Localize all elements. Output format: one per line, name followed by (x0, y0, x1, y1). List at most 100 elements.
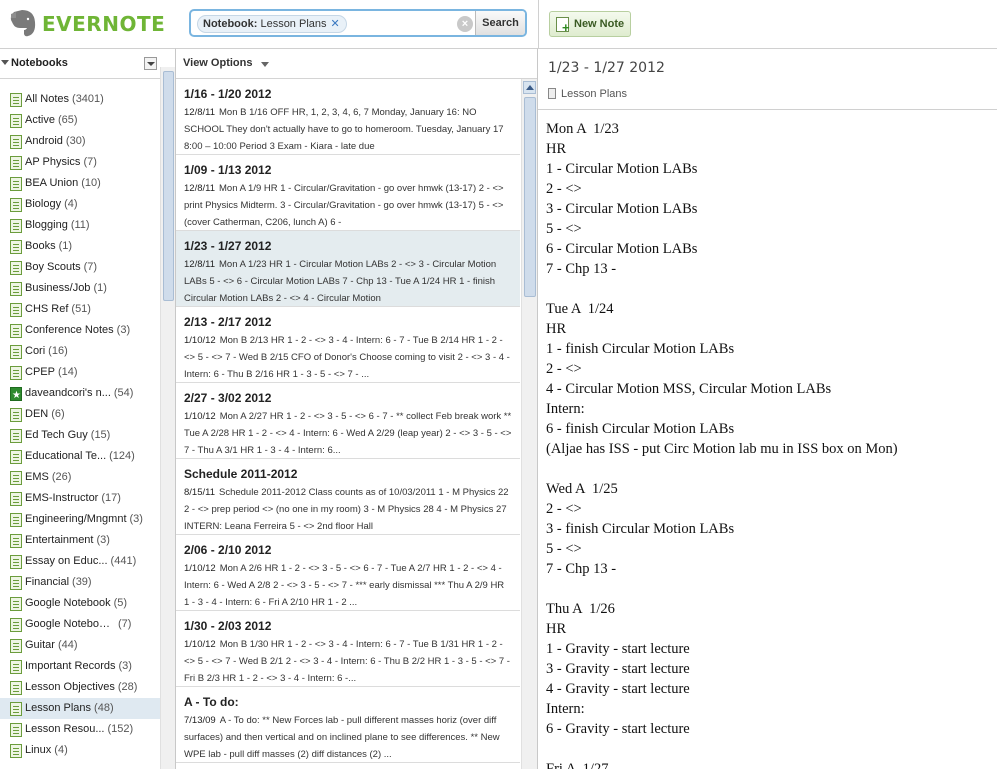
sidebar-item-notebook[interactable]: Biology (4) (0, 194, 160, 215)
note-list-snippet: 8/15/11 Schedule 2011-2012 Class counts a… (184, 484, 512, 534)
view-options-label: View Options (183, 57, 253, 69)
notebook-count: (26) (51, 471, 72, 483)
scroll-up-icon[interactable] (523, 81, 536, 94)
notebook-icon (10, 492, 22, 506)
notebook-count: (441) (110, 555, 137, 567)
sidebar-item-notebook[interactable]: Entertainment (3) (0, 530, 160, 551)
sidebar-item-notebook[interactable]: Educational Te... (124) (0, 446, 160, 467)
sidebar-item-notebook[interactable]: Essay on Educ... (441) (0, 551, 160, 572)
note-notebook-selector[interactable]: Lesson Plans (548, 88, 627, 100)
sidebar-item-notebook[interactable]: Conference Notes (3) (0, 320, 160, 341)
sidebar-item-notebook[interactable]: Ed Tech Guy (15) (0, 425, 160, 446)
note-list-item[interactable]: 1/16 - 1/20 2012 12/8/11 Mon B 1/16 OFF HR… (176, 79, 520, 155)
note-list-snippet-text: Mon B 1/30 HR 1 - 2 - <> 3 - 4 - Intern:… (184, 639, 510, 684)
sidebar-item-notebook[interactable]: EMS-Instructor (17) (0, 488, 160, 509)
note-body-line: 2 - <> (546, 181, 582, 197)
sidebar-item-notebook[interactable]: CHS Ref (51) (0, 299, 160, 320)
notebook-name: Lesson Resou... (25, 723, 105, 735)
note-list-item[interactable]: A - To do: 7/13/09 A - To do: ** New Force… (176, 687, 520, 763)
notebook-name: Essay on Educ... (25, 555, 108, 567)
notebook-count: (30) (65, 135, 86, 147)
note-list-item[interactable]: 1/09 - 1/13 2012 12/8/11 Mon A 1/9 HR 1 - … (176, 155, 520, 231)
sidebar-item-notebook[interactable]: Linux (4) (0, 740, 160, 761)
sidebar-item-notebook[interactable]: Android (30) (0, 131, 160, 152)
notebooks-header[interactable]: Notebooks (0, 49, 160, 79)
sidebar-item-notebook[interactable]: Engineering/Mngmnt (3) (0, 509, 160, 530)
sidebar-item-notebook[interactable]: EMS (26) (0, 467, 160, 488)
notebook-icon (10, 93, 22, 107)
notebook-icon (10, 597, 22, 611)
notebook-count: (51) (71, 303, 91, 315)
notebook-icon (10, 135, 22, 149)
sidebar-item-notebook[interactable]: CPEP (14) (0, 362, 160, 383)
chevron-down-icon (261, 62, 269, 67)
sidebar-item-notebook[interactable]: Google Notebook (5) (0, 593, 160, 614)
sidebar-scroll-thumb[interactable] (163, 71, 174, 301)
note-list-snippet: 7/13/09 A - To do: ** New Forces lab - pu… (184, 712, 512, 762)
view-options[interactable]: View Options (176, 49, 537, 79)
note-body-line: Wed A 1/25 (546, 481, 618, 497)
note-body-line: Intern: (546, 701, 585, 717)
notebook-icon (10, 681, 22, 695)
notebook-name: Lesson Objectives (25, 681, 115, 693)
notebook-count: (65) (57, 114, 78, 126)
remove-token-icon[interactable]: ✕ (331, 18, 340, 30)
note-body-line: (Aljae has ISS - put Circ Motion lab mu … (546, 441, 898, 457)
note-body-line: Tue A 1/24 (546, 301, 614, 317)
notebook-count: (10) (81, 177, 101, 189)
note-body-line (546, 279, 986, 299)
sidebar-item-notebook[interactable]: DEN (6) (0, 404, 160, 425)
collapse-triangle-icon[interactable] (1, 60, 9, 65)
note-list-item[interactable]: 2/13 - 2/17 2012 1/10/12 Mon B 2/13 HR 1 -… (176, 307, 520, 383)
notebook-icon (10, 513, 22, 527)
notes-scroll-thumb[interactable] (524, 97, 536, 297)
notebook-name: Linux (25, 744, 52, 756)
notebook-count: (17) (101, 492, 121, 504)
sidebar-item-notebook[interactable]: Boy Scouts (7) (0, 257, 160, 278)
sidebar-item-notebook[interactable]: Google Notebook ... (7) (0, 614, 160, 635)
sidebar-item-notebook[interactable]: daveandcori's n...(54) (0, 383, 160, 404)
notebook-icon (10, 471, 22, 485)
notebook-icon (10, 429, 22, 443)
sidebar-item-notebook[interactable]: Lesson Objectives (28) (0, 677, 160, 698)
sidebar-item-notebook[interactable]: Active (65) (0, 110, 160, 131)
notebook-icon (10, 324, 22, 338)
new-note-button[interactable]: New Note (549, 11, 632, 37)
note-list-item[interactable]: 1/30 - 2/03 2012 1/10/12 Mon B 1/30 HR 1 -… (176, 611, 520, 687)
sidebar-item-notebook[interactable]: Business/Job (1) (0, 278, 160, 299)
note-body-line: 7 - Chp 13 - (546, 261, 617, 277)
note-list-item[interactable]: Schedule 2011-2012 8/15/11 Schedule 2011-2… (176, 459, 520, 535)
sidebar-item-notebook[interactable]: Cori (16) (0, 341, 160, 362)
notebook-icon (10, 408, 22, 422)
search-box[interactable]: Notebook: Lesson Plans ✕ × Search (189, 9, 527, 37)
notes-scrollbar[interactable] (521, 79, 537, 769)
sidebar-scrollbar[interactable] (160, 67, 175, 769)
notebooks-menu-dropdown-icon[interactable] (144, 57, 157, 70)
note-body-line: 4 - Circular Motion MSS, Circular Motion… (546, 381, 832, 397)
app-logo[interactable]: EVERNOTE (6, 6, 176, 42)
clear-search-icon[interactable]: × (457, 16, 473, 32)
sidebar-item-notebook[interactable]: Guitar (44) (0, 635, 160, 656)
note-list-item[interactable]: 2/06 - 2/10 2012 1/10/12 Mon A 2/6 HR 1 - … (176, 535, 520, 611)
search-filter-token[interactable]: Notebook: Lesson Plans ✕ (197, 15, 347, 33)
sidebar-item-notebook[interactable]: AP Physics (7) (0, 152, 160, 173)
note-list-title: A - To do: (184, 695, 239, 709)
sidebar-item-notebook[interactable]: Lesson Resou... (152) (0, 719, 160, 740)
sidebar-item-notebook[interactable]: Blogging (11) (0, 215, 160, 236)
sidebar-item-notebook[interactable]: Financial (39) (0, 572, 160, 593)
note-list-item[interactable]: 2/27 - 3/02 2012 1/10/12 Mon A 2/27 HR 1 -… (176, 383, 520, 459)
notebook-icon (548, 88, 556, 99)
note-list-item[interactable]: 1/23 - 1/27 2012 12/8/11 Mon A 1/23 HR 1 -… (176, 231, 520, 307)
sidebar-item-notebook[interactable]: BEA Union (10) (0, 173, 160, 194)
sidebar-item-notebook[interactable]: Books (1) (0, 236, 160, 257)
new-note-label: New Note (574, 18, 625, 30)
search-button[interactable]: Search (475, 11, 525, 35)
note-body-line: 6 - Gravity - start lecture (546, 721, 690, 737)
notebook-name: BEA Union (25, 177, 79, 189)
note-header-divider (538, 109, 997, 110)
note-body[interactable]: Mon A 1/23 HR 1 - Circular Motion LABs 2 - … (546, 119, 986, 769)
sidebar-item-notebook[interactable]: Lesson Plans (48) (0, 698, 160, 719)
sidebar-item-notebook[interactable]: Important Records (3) (0, 656, 160, 677)
sidebar-item-notebook[interactable]: All Notes (3401) (0, 89, 160, 110)
note-title[interactable]: 1/23 - 1/27 2012 (548, 60, 665, 76)
